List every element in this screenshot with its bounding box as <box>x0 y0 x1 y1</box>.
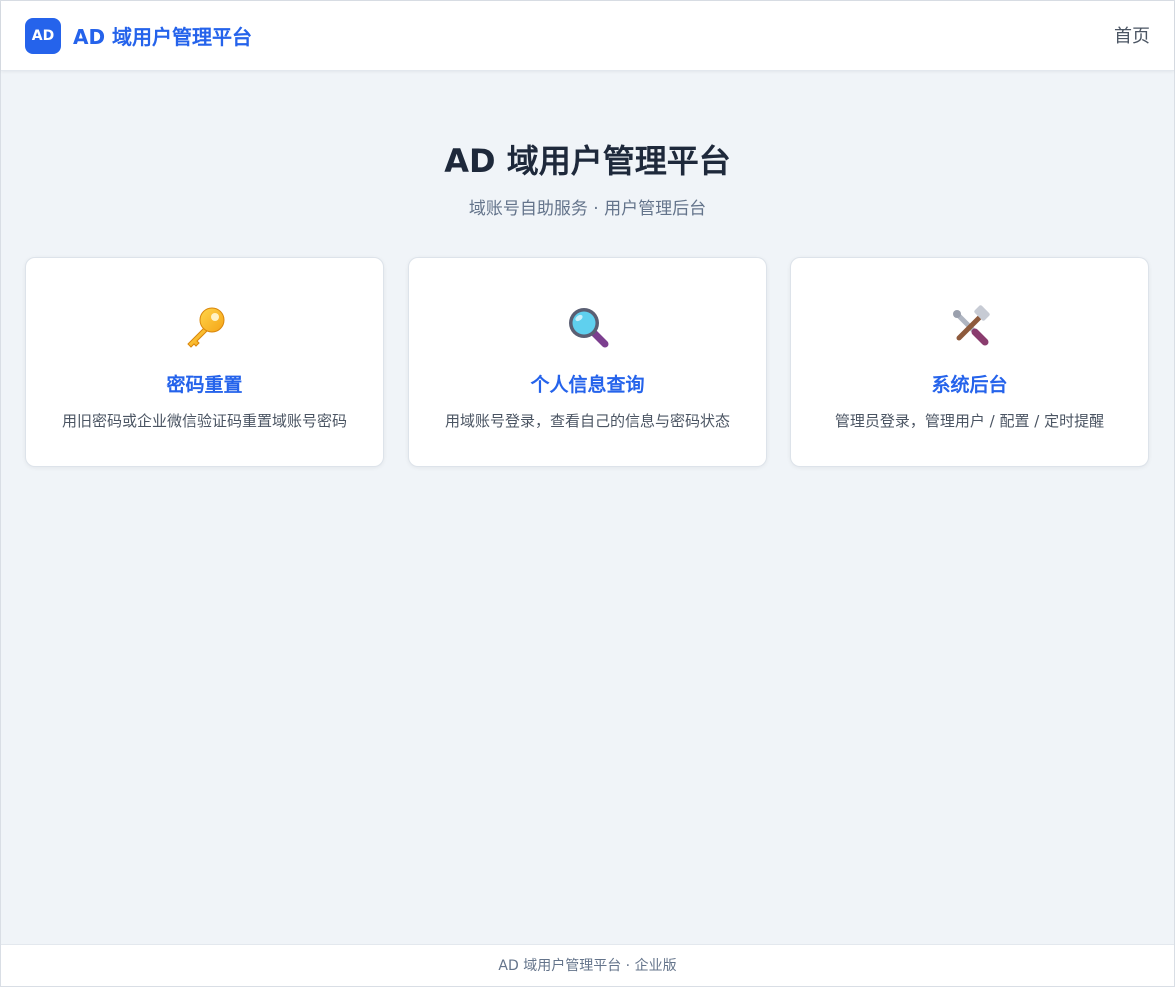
card-title: 密码重置 <box>166 374 243 396</box>
card-description: 用域账号登录，查看自己的信息与密码状态 <box>444 412 730 430</box>
nav-home-link[interactable]: 首页 <box>1114 25 1150 49</box>
card-description: 用旧密码或企业微信验证码重置域账号密码 <box>61 412 347 430</box>
card-description: 管理员登录，管理用户 / 配置 / 定时提醒 <box>834 412 1105 430</box>
magnifier-icon <box>409 304 766 350</box>
card-title: 个人信息查询 <box>530 374 645 396</box>
page-subtitle: 域账号自助服务 · 用户管理后台 <box>468 199 707 219</box>
key-icon <box>26 304 383 350</box>
brand-title[interactable]: AD 域用户管理平台 <box>73 24 252 50</box>
app-frame: AD AD 域用户管理平台 首页 AD 域用户管理平台 域账号自助服务 · 用户… <box>0 0 1175 987</box>
tools-icon <box>791 304 1148 350</box>
card-title: 系统后台 <box>931 374 1008 396</box>
card-system-admin[interactable]: 系统后台 管理员登录，管理用户 / 配置 / 定时提醒 <box>790 257 1149 467</box>
page-title: AD 域用户管理平台 <box>444 142 731 180</box>
card-password-reset[interactable]: 密码重置 用旧密码或企业微信验证码重置域账号密码 <box>25 257 384 467</box>
logo-badge[interactable]: AD <box>25 18 61 54</box>
card-personal-info[interactable]: 个人信息查询 用域账号登录，查看自己的信息与密码状态 <box>408 257 767 467</box>
top-header: AD AD 域用户管理平台 首页 <box>1 1 1174 71</box>
page-footer: AD 域用户管理平台 · 企业版 <box>1 944 1174 986</box>
